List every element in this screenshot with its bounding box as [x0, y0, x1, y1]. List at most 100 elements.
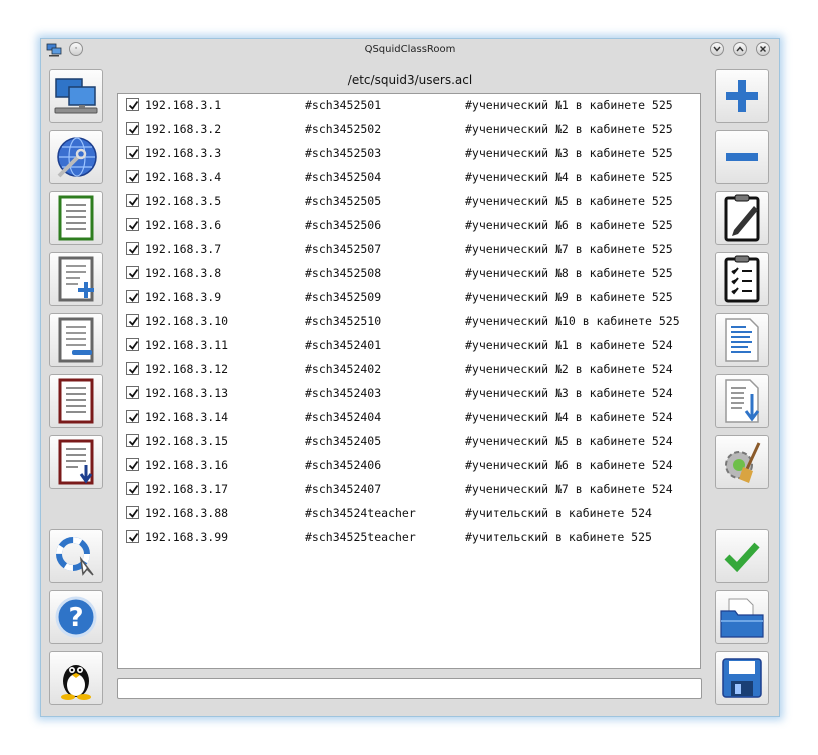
row-checkbox[interactable]	[126, 482, 139, 495]
row-name: #sch3452501	[305, 98, 382, 112]
minimize-button[interactable]	[710, 42, 724, 56]
row-description: #учительский в кабинете 524	[465, 506, 652, 520]
close-button[interactable]	[756, 42, 770, 56]
row-description: #ученический №6 в кабинете 524	[465, 458, 673, 472]
row-checkbox[interactable]	[126, 98, 139, 111]
row-description: #учительский в кабинете 525	[465, 530, 652, 544]
checkmark-icon	[128, 388, 139, 398]
row-ip: 192.168.3.6	[145, 218, 222, 232]
row-ip: 192.168.3.13	[145, 386, 229, 400]
row-checkbox[interactable]	[126, 434, 139, 447]
list-red-icon	[58, 378, 94, 424]
checkmark-icon	[128, 268, 139, 278]
row-description: #ученический №4 в кабинете 524	[465, 410, 673, 424]
apply-checkmark-icon	[724, 542, 760, 573]
row-checkbox[interactable]	[126, 290, 139, 303]
title-bar[interactable]: · QSquidClassRoom	[41, 39, 779, 63]
file-download-button[interactable]	[715, 374, 769, 428]
row-checkbox[interactable]	[126, 410, 139, 423]
row-name: #sch34524teacher	[305, 506, 416, 520]
acl-row[interactable]: 192.168.3.11 #sch3452401 #ученический №1 в…	[118, 334, 700, 358]
acl-row[interactable]: 192.168.3.99 #sch34525teacher #учительский…	[118, 526, 700, 550]
red-list-button[interactable]	[49, 374, 103, 428]
acl-row[interactable]: 192.168.3.14 #sch3452404 #ученический №4 в…	[118, 406, 700, 430]
row-checkbox[interactable]	[126, 386, 139, 399]
add-list-button[interactable]	[49, 252, 103, 306]
acl-row[interactable]: 192.168.3.16 #sch3452406 #ученический №6 в…	[118, 454, 700, 478]
save-button[interactable]	[715, 651, 769, 705]
row-checkbox[interactable]	[126, 122, 139, 135]
row-checkbox[interactable]	[126, 338, 139, 351]
file-download-icon	[725, 379, 760, 423]
maximize-button[interactable]	[733, 42, 747, 56]
clients-button[interactable]	[49, 69, 103, 123]
checkmark-icon	[128, 460, 139, 470]
remove-button[interactable]	[715, 130, 769, 184]
checklist-button[interactable]	[715, 252, 769, 306]
acl-row[interactable]: 192.168.3.15 #sch3452405 #ученический №5 в…	[118, 430, 700, 454]
apply-button[interactable]	[715, 529, 769, 583]
acl-row[interactable]: 192.168.3.2 #sch3452502 #ученический №2 в …	[118, 118, 700, 142]
row-checkbox[interactable]	[126, 266, 139, 279]
status-input[interactable]	[117, 678, 702, 699]
row-checkbox[interactable]	[126, 458, 139, 471]
row-name: #sch34525teacher	[305, 530, 416, 544]
row-ip: 192.168.3.9	[145, 290, 222, 304]
row-description: #ученический №9 в кабинете 525	[465, 290, 673, 304]
checkmark-icon	[128, 508, 139, 518]
acl-row[interactable]: 192.168.3.88 #sch34524teacher #учительский…	[118, 502, 700, 526]
acl-row[interactable]: 192.168.3.3 #sch3452503 #ученический №3 в …	[118, 142, 700, 166]
open-button[interactable]	[715, 590, 769, 644]
green-list-button[interactable]	[49, 191, 103, 245]
acl-list[interactable]: 192.168.3.1 #sch3452501 #ученический №1 в …	[117, 93, 701, 669]
edit-icon	[724, 194, 760, 242]
row-checkbox[interactable]	[126, 530, 139, 543]
acl-row[interactable]: 192.168.3.6 #sch3452506 #ученический №6 в …	[118, 214, 700, 238]
row-ip: 192.168.3.16	[145, 458, 229, 472]
help-search-button[interactable]	[49, 529, 103, 583]
web-settings-button[interactable]	[49, 130, 103, 184]
acl-row[interactable]: 192.168.3.4 #sch3452504 #ученический №4 в …	[118, 166, 700, 190]
row-description: #ученический №1 в кабинете 525	[465, 98, 673, 112]
svg-text:?: ?	[68, 603, 83, 633]
about-button[interactable]	[49, 651, 103, 705]
row-name: #sch3452502	[305, 122, 382, 136]
edit-list-button[interactable]	[49, 313, 103, 367]
acl-row[interactable]: 192.168.3.5 #sch3452505 #ученический №5 в …	[118, 190, 700, 214]
row-checkbox[interactable]	[126, 194, 139, 207]
clean-settings-button[interactable]	[715, 435, 769, 489]
row-checkbox[interactable]	[126, 362, 139, 375]
row-ip: 192.168.3.17	[145, 482, 229, 496]
checkmark-icon	[128, 292, 139, 302]
row-name: #sch3452509	[305, 290, 382, 304]
download-list-button[interactable]	[49, 435, 103, 489]
row-checkbox[interactable]	[126, 506, 139, 519]
acl-row[interactable]: 192.168.3.13 #sch3452403 #ученический №3 в…	[118, 382, 700, 406]
row-checkbox[interactable]	[126, 218, 139, 231]
row-description: #ученический №6 в кабинете 525	[465, 218, 673, 232]
row-checkbox[interactable]	[126, 170, 139, 183]
row-checkbox[interactable]	[126, 242, 139, 255]
save-floppy-icon	[722, 658, 762, 698]
acl-row[interactable]: 192.168.3.12 #sch3452402 #ученический №2 в…	[118, 358, 700, 382]
row-name: #sch3452503	[305, 146, 382, 160]
edit-button[interactable]	[715, 191, 769, 245]
open-folder-icon	[720, 598, 764, 638]
acl-row[interactable]: 192.168.3.8 #sch3452508 #ученический №8 в …	[118, 262, 700, 286]
row-description: #ученический №4 в кабинете 525	[465, 170, 673, 184]
row-ip: 192.168.3.7	[145, 242, 222, 256]
chevron-up-icon	[736, 46, 744, 52]
acl-row[interactable]: 192.168.3.7 #sch3452507 #ученический №7 в …	[118, 238, 700, 262]
acl-row[interactable]: 192.168.3.10 #sch3452510 #ученический №10 …	[118, 310, 700, 334]
acl-row[interactable]: 192.168.3.1 #sch3452501 #ученический №1 в …	[118, 94, 700, 118]
file-path-label: /etc/squid3/users.acl	[347, 73, 473, 87]
row-checkbox[interactable]	[126, 314, 139, 327]
network-clients-icon	[54, 78, 98, 114]
acl-row[interactable]: 192.168.3.9 #sch3452509 #ученический №9 в …	[118, 286, 700, 310]
add-button[interactable]	[715, 69, 769, 123]
row-checkbox[interactable]	[126, 146, 139, 159]
help-button[interactable]: ?	[49, 590, 103, 644]
row-description: #ученический №3 в кабинете 524	[465, 386, 673, 400]
text-file-button[interactable]	[715, 313, 769, 367]
acl-row[interactable]: 192.168.3.17 #sch3452407 #ученический №7 в…	[118, 478, 700, 502]
